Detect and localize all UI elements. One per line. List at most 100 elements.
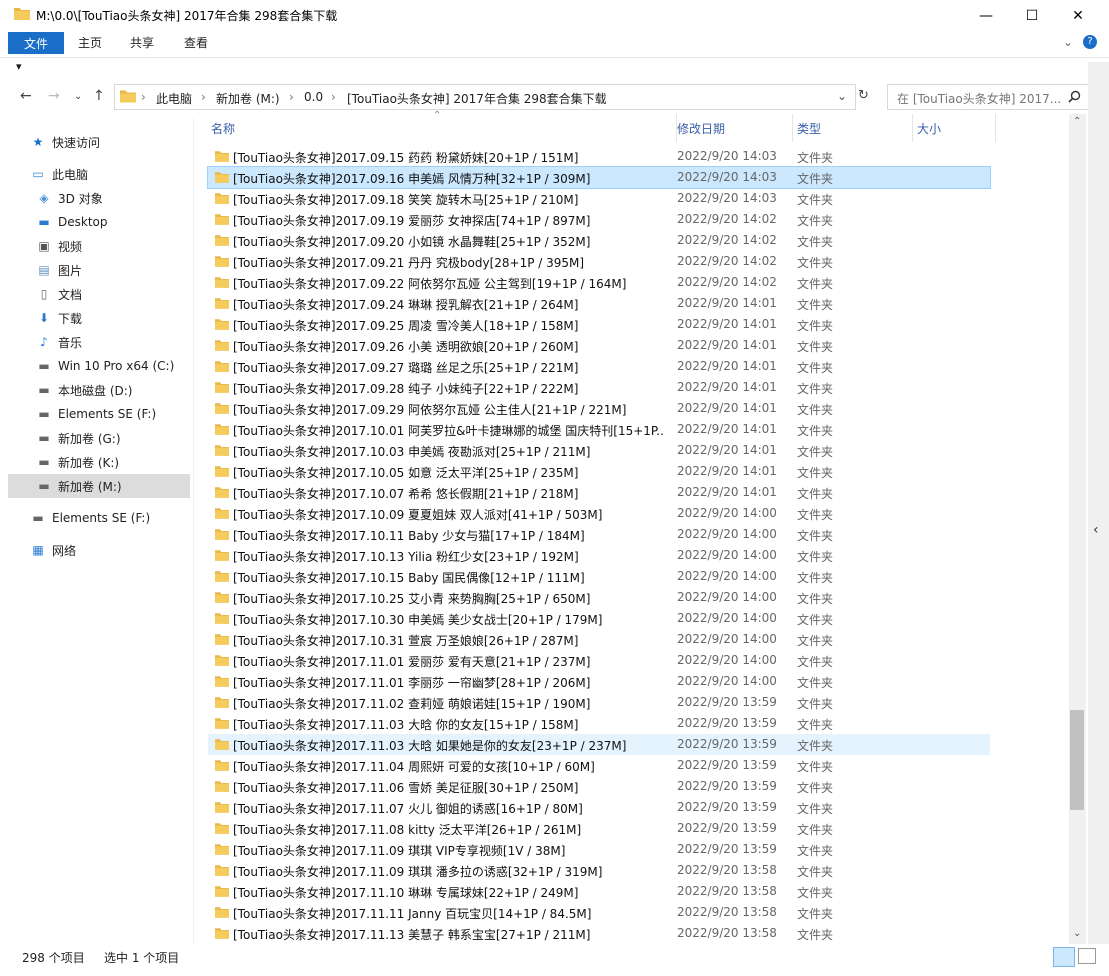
table-row[interactable]: [TouTiao头条女神]2017.11.11 Janny 百玩宝贝[14+1P…: [208, 902, 990, 923]
table-row[interactable]: [TouTiao头条女神]2017.11.01 爱丽莎 爱有天意[21+1P /…: [208, 650, 990, 671]
tab-share[interactable]: 共享: [122, 31, 162, 53]
table-row[interactable]: [TouTiao头条女神]2017.09.28 纯子 小妹纯子[22+1P / …: [208, 377, 990, 398]
breadcrumb-current[interactable]: [TouTiao头条女神] 2017年合集 298套合集下载: [347, 90, 607, 107]
table-row[interactable]: [TouTiao头条女神]2017.11.08 kitty 泛太平洋[26+1P…: [208, 818, 990, 839]
sidebar-item-documents[interactable]: ▯ 文档: [36, 282, 218, 306]
sidebar-item-desktop[interactable]: ▬ Desktop: [36, 210, 218, 234]
table-row[interactable]: [TouTiao头条女神]2017.10.25 艾小青 来势胸胸[25+1P /…: [208, 587, 990, 608]
back-icon[interactable]: ←: [20, 88, 32, 104]
maximize-button[interactable]: ☐: [1009, 0, 1055, 31]
table-row[interactable]: [TouTiao头条女神]2017.09.18 笑笑 旋转木马[25+1P / …: [208, 188, 990, 209]
table-row[interactable]: [TouTiao头条女神]2017.09.16 申美嫣 风情万种[32+1P /…: [207, 166, 991, 189]
file-date: 2022/9/20 14:01: [677, 317, 777, 331]
file-date: 2022/9/20 14:02: [677, 212, 777, 226]
sidebar-item-drive-m[interactable]: ▬ 新加卷 (M:): [8, 474, 190, 498]
breadcrumb-folder-00[interactable]: 0.0: [304, 90, 323, 104]
file-type: 文件夹: [797, 529, 834, 543]
scroll-down-icon[interactable]: ⌄: [1073, 928, 1081, 939]
tab-view[interactable]: 查看: [176, 31, 216, 53]
large-icons-view-icon[interactable]: [1078, 948, 1096, 964]
tab-file[interactable]: 文件: [8, 32, 64, 54]
help-icon[interactable]: ?: [1083, 35, 1097, 49]
table-row[interactable]: [TouTiao头条女神]2017.09.22 阿依努尔瓦娅 公主驾到[19+1…: [208, 272, 990, 293]
table-row[interactable]: [TouTiao头条女神]2017.11.09 琪琪 潘多拉の诱惑[32+1P …: [208, 860, 990, 881]
table-row[interactable]: [TouTiao头条女神]2017.11.13 美慧子 韩系宝宝[27+1P /…: [208, 923, 990, 944]
table-row[interactable]: [TouTiao头条女神]2017.09.20 小如镜 水晶舞鞋[25+1P /…: [208, 230, 990, 251]
refresh-icon[interactable]: ↻: [858, 88, 869, 103]
table-row[interactable]: [TouTiao头条女神]2017.10.31 萱宸 万圣娘娘[26+1P / …: [208, 629, 990, 650]
table-row[interactable]: [TouTiao头条女神]2017.10.03 申美嫣 夜勘派对[25+1P /…: [208, 440, 990, 461]
table-row[interactable]: [TouTiao头条女神]2017.10.11 Baby 少女与猫[17+1P …: [208, 524, 990, 545]
table-row[interactable]: [TouTiao头条女神]2017.11.09 琪琪 VIP专享视频[1V / …: [208, 839, 990, 860]
table-row[interactable]: [TouTiao头条女神]2017.11.01 李丽莎 一帘幽梦[28+1P /…: [208, 671, 990, 692]
address-dropdown-icon[interactable]: ⌄: [837, 89, 847, 103]
column-header-date[interactable]: 修改日期: [671, 114, 793, 142]
forward-icon[interactable]: →: [48, 88, 60, 104]
table-row[interactable]: [TouTiao头条女神]2017.10.09 夏夏姐妹 双人派对[41+1P …: [208, 503, 990, 524]
details-view-icon[interactable]: [1053, 947, 1075, 967]
table-row[interactable]: [TouTiao头条女神]2017.11.10 琳琳 专属球妹[22+1P / …: [208, 881, 990, 902]
table-row[interactable]: [TouTiao头条女神]2017.11.04 周熙妍 可爱的女孩[10+1P …: [208, 755, 990, 776]
sidebar-item-pictures[interactable]: ▤ 图片: [36, 258, 218, 282]
scrollbar-thumb[interactable]: [1070, 710, 1084, 810]
tab-home[interactable]: 主页: [70, 31, 110, 53]
table-row[interactable]: [TouTiao头条女神]2017.10.30 申美嫣 美少女战士[20+1P …: [208, 608, 990, 629]
table-row[interactable]: [TouTiao头条女神]2017.09.21 丹丹 究极body[28+1P …: [208, 251, 990, 272]
file-type: 文件夹: [797, 802, 834, 816]
sidebar-item-elements-se[interactable]: ▬ Elements SE (F:): [30, 506, 212, 530]
folder-icon: [215, 319, 229, 330]
table-row[interactable]: [TouTiao头条女神]2017.11.03 大晗 如果她是你的女友[23+1…: [208, 734, 990, 755]
column-header-type[interactable]: 类型: [791, 114, 913, 142]
table-row[interactable]: [TouTiao头条女神]2017.10.01 阿芙罗拉&叶卡捷琳娜的城堡 国庆…: [208, 419, 990, 440]
scroll-up-icon[interactable]: ⌃: [1073, 116, 1081, 127]
table-row[interactable]: [TouTiao头条女神]2017.09.26 小美 透明欲娘[20+1P / …: [208, 335, 990, 356]
table-row[interactable]: [TouTiao头条女神]2017.11.07 火儿 御姐的诱惑[16+1P /…: [208, 797, 990, 818]
sidebar-item-videos[interactable]: ▣ 视频: [36, 234, 218, 258]
sidebar-item-drive-k[interactable]: ▬ 新加卷 (K:): [36, 450, 218, 474]
table-row[interactable]: [TouTiao头条女神]2017.09.27 璐璐 丝足之乐[25+1P / …: [208, 356, 990, 377]
close-button[interactable]: ✕: [1055, 0, 1101, 31]
table-row[interactable]: [TouTiao头条女神]2017.11.06 雪娇 美足征服[30+1P / …: [208, 776, 990, 797]
table-row[interactable]: [TouTiao头条女神]2017.10.13 Yilia 粉红少女[23+1P…: [208, 545, 990, 566]
sidebar-item-network[interactable]: ▦ 网络: [30, 538, 212, 562]
qat-customize-icon[interactable]: ▾: [16, 60, 22, 73]
table-row[interactable]: [TouTiao头条女神]2017.11.03 大晗 你的女友[15+1P / …: [208, 713, 990, 734]
folder-icon: [215, 592, 229, 603]
column-header-name[interactable]: 名称: [205, 114, 677, 142]
sidebar-item-this-pc[interactable]: ▭ 此电脑: [30, 162, 212, 186]
table-row[interactable]: [TouTiao头条女神]2017.10.05 如意 泛太平洋[25+1P / …: [208, 461, 990, 482]
minimize-button[interactable]: —: [963, 0, 1009, 31]
table-row[interactable]: [TouTiao头条女神]2017.09.24 琳琳 授乳解衣[21+1P / …: [208, 293, 990, 314]
sidebar-item-music[interactable]: ♪ 音乐: [36, 330, 218, 354]
breadcrumb-drive-m[interactable]: 新加卷 (M:): [216, 90, 280, 107]
sidebar-item-3d-objects[interactable]: ◈ 3D 对象: [36, 186, 218, 210]
table-row[interactable]: [TouTiao头条女神]2017.10.15 Baby 国民偶像[12+1P …: [208, 566, 990, 587]
sidebar-item-downloads[interactable]: ⬇ 下载: [36, 306, 218, 330]
table-row[interactable]: [TouTiao头条女神]2017.11.02 查莉娅 萌娘诺娃[15+1P /…: [208, 692, 990, 713]
sidebar-item-quick-access[interactable]: ★ 快速访问: [30, 130, 212, 154]
table-row[interactable]: [TouTiao头条女神]2017.09.29 阿依努尔瓦娅 公主佳人[21+1…: [208, 398, 990, 419]
sidebar-item-drive-c[interactable]: ▬ Win 10 Pro x64 (C:): [36, 354, 218, 378]
file-type: 文件夹: [797, 256, 834, 270]
up-icon[interactable]: ↑: [93, 88, 105, 104]
vertical-scrollbar[interactable]: ⌃ ⌄: [1069, 114, 1086, 944]
sidebar-item-drive-f[interactable]: ▬ Elements SE (F:): [36, 402, 218, 426]
chevron-left-icon[interactable]: ‹: [1093, 522, 1099, 538]
breadcrumb-this-pc[interactable]: 此电脑: [156, 90, 192, 107]
address-bar[interactable]: › 此电脑 › 新加卷 (M:) › 0.0 › [TouTiao头条女神] 2…: [114, 84, 856, 110]
table-row[interactable]: [TouTiao头条女神]2017.09.15 药药 粉黛娇妹[20+1P / …: [208, 146, 990, 167]
file-name: [TouTiao头条女神]2017.09.18 笑笑 旋转木马[25+1P / …: [233, 193, 579, 207]
search-input[interactable]: 在 [TouTiao头条女神] 2017...: [887, 84, 1089, 110]
file-date: 2022/9/20 14:01: [677, 443, 777, 457]
recent-dropdown-icon[interactable]: ⌄: [74, 91, 82, 102]
file-name: [TouTiao头条女神]2017.11.13 美慧子 韩系宝宝[27+1P /…: [233, 928, 591, 942]
table-row[interactable]: [TouTiao头条女神]2017.09.25 周凌 雪冷美人[18+1P / …: [208, 314, 990, 335]
ribbon-expand-icon[interactable]: ⌄: [1063, 35, 1073, 49]
column-header-size[interactable]: 大小: [911, 114, 996, 142]
table-row[interactable]: [TouTiao头条女神]2017.10.07 希希 悠长假期[21+1P / …: [208, 482, 990, 503]
file-name: [TouTiao头条女神]2017.09.19 爱丽莎 女神探店[74+1P /…: [233, 214, 591, 228]
search-icon[interactable]: [1068, 90, 1081, 103]
sidebar-item-drive-g[interactable]: ▬ 新加卷 (G:): [36, 426, 218, 450]
table-row[interactable]: [TouTiao头条女神]2017.09.19 爱丽莎 女神探店[74+1P /…: [208, 209, 990, 230]
sidebar-item-drive-d[interactable]: ▬ 本地磁盘 (D:): [36, 378, 218, 402]
